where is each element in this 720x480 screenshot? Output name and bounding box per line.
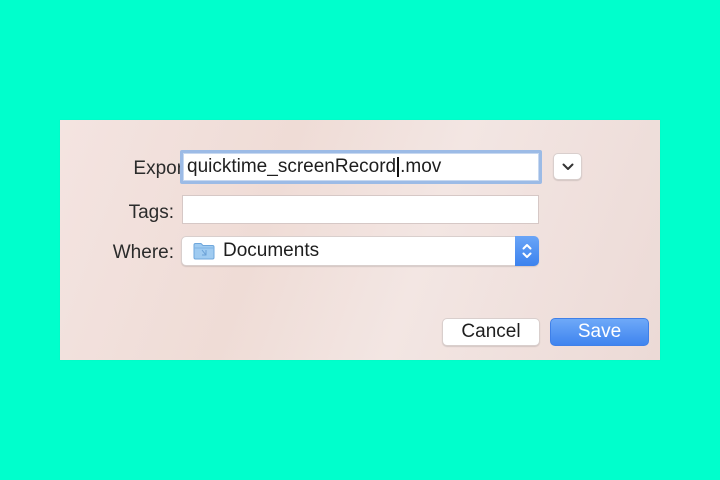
export-dialog: Export As: quicktime_screenRecord .mov Ta…: [60, 120, 660, 360]
filename-text-before-caret: quicktime_screenRecord: [187, 156, 397, 177]
where-popup-button[interactable]: Documents: [181, 236, 539, 266]
filename-text-after-caret: .mov: [400, 156, 442, 177]
folder-icon: [193, 242, 215, 260]
tags-label: Tags:: [128, 202, 174, 223]
filename-input[interactable]: quicktime_screenRecord .mov: [180, 150, 542, 184]
cancel-button[interactable]: Cancel: [442, 318, 540, 346]
tags-input[interactable]: [182, 195, 539, 224]
expand-dialog-button[interactable]: [553, 153, 582, 180]
chevron-down-icon: [562, 163, 573, 170]
text-caret: [397, 157, 400, 177]
save-button[interactable]: Save: [550, 318, 649, 346]
where-value: Documents: [223, 240, 320, 261]
up-down-stepper-icon: [515, 236, 539, 266]
page-background: Export As: quicktime_screenRecord .mov Ta…: [0, 0, 720, 480]
where-label: Where:: [112, 242, 174, 263]
